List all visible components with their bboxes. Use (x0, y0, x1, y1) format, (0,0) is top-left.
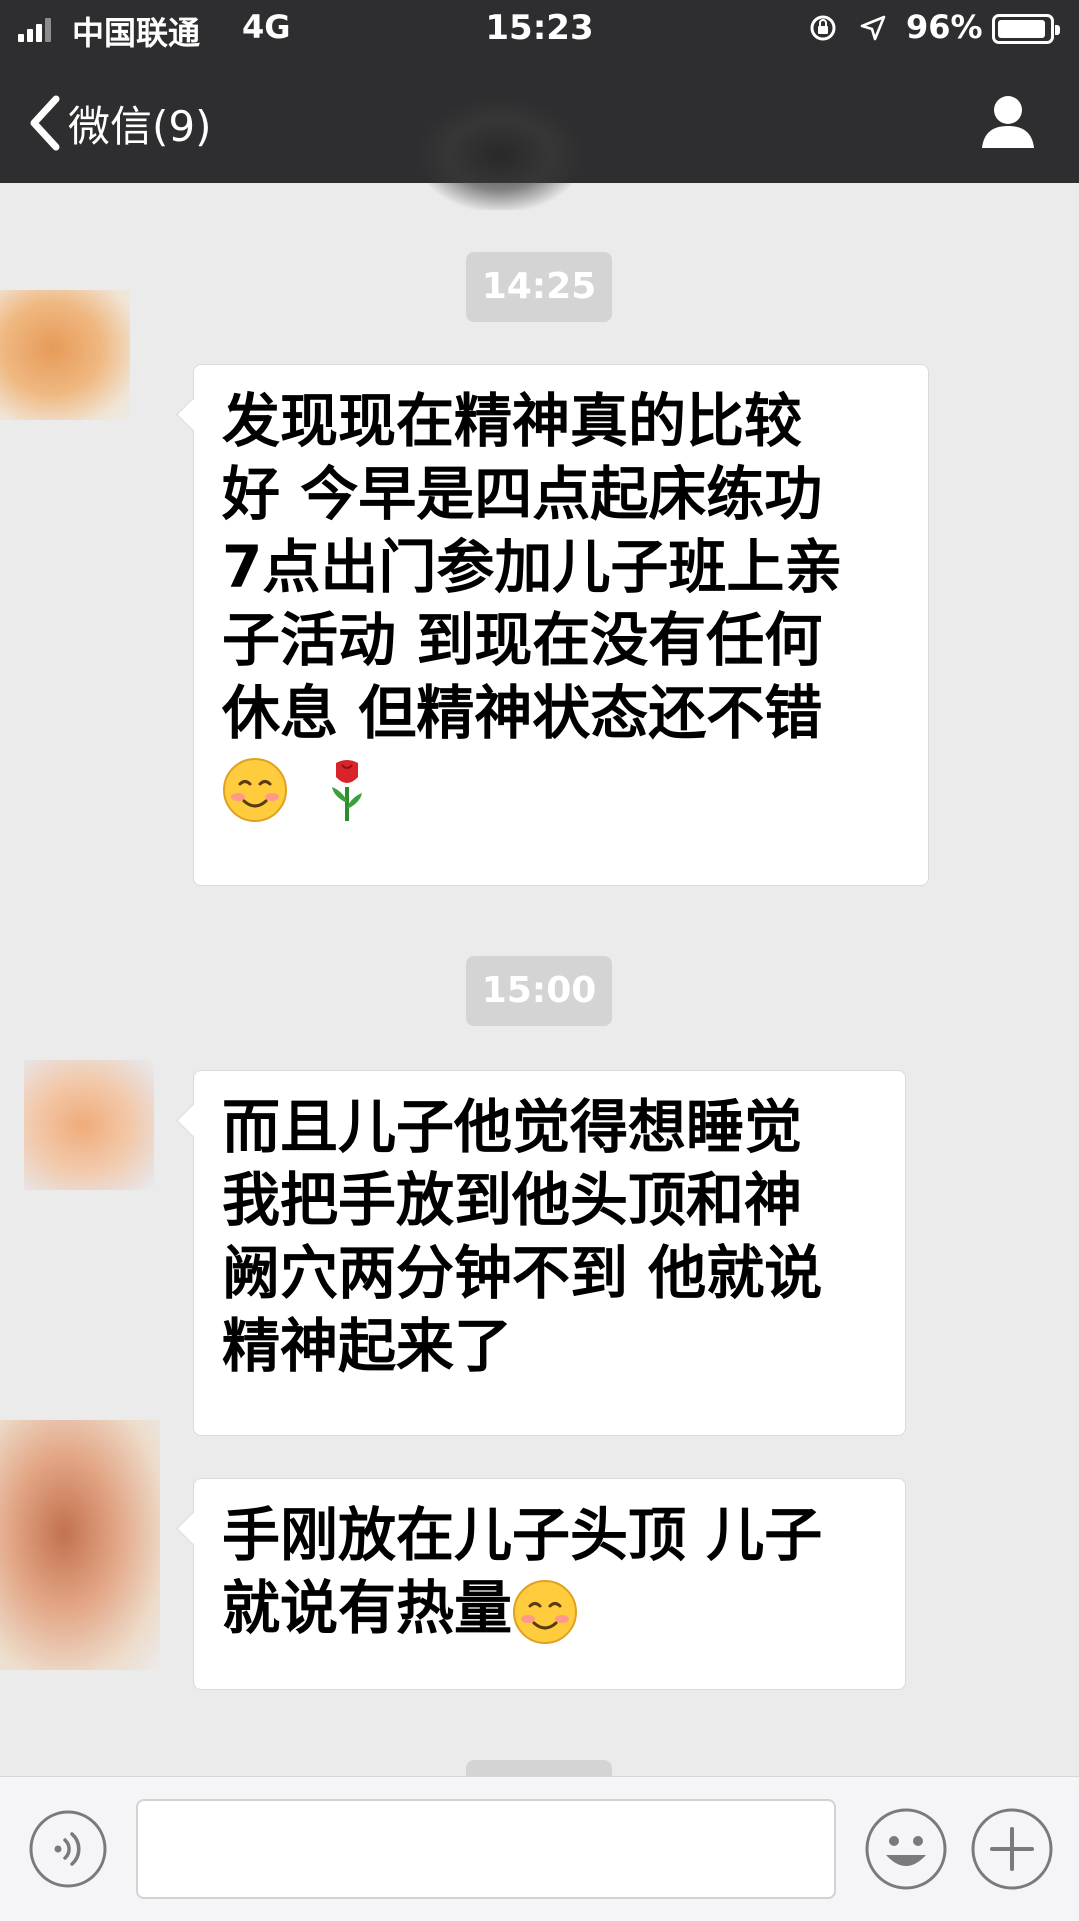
avatar[interactable] (24, 1060, 154, 1190)
input-bar (0, 1776, 1079, 1921)
plus-icon[interactable] (970, 1807, 1054, 1891)
rotation-lock-icon (810, 15, 836, 41)
message-line: 好 今早是四点起床练功 (222, 460, 823, 528)
smiling-face-emoji (513, 1579, 578, 1644)
battery-percent: 96% (906, 8, 983, 46)
chevron-left-icon (30, 95, 60, 151)
avatar[interactable] (0, 290, 130, 420)
back-label: 微信(9) (68, 101, 212, 151)
location-icon (860, 15, 886, 41)
emoji-icon[interactable] (864, 1807, 948, 1891)
battery-icon (992, 14, 1060, 44)
message-input[interactable] (136, 1799, 836, 1899)
message-line: 休息 但精神状态还不错 (222, 679, 823, 747)
rose-emoji (332, 760, 362, 821)
message-line: 而且儿子他觉得想睡觉 (222, 1093, 803, 1161)
message-line: 阙穴两分钟不到 他就说 (222, 1239, 823, 1307)
message-line: 手刚放在儿子头顶 儿子 (222, 1501, 823, 1569)
status-bar: 中国联通 4G 15:23 96% (0, 0, 1079, 58)
message-bubble[interactable]: 手刚放在儿子头顶 儿子 就说有热量 (193, 1478, 906, 1690)
message-line-with-emoji: 就说有热量 (222, 1572, 877, 1645)
message-bubble[interactable]: 而且儿子他觉得想睡觉 我把手放到他头顶和神 阙穴两分钟不到 他就说 精神起来了 (193, 1070, 906, 1436)
message-line: 就说有热量 (222, 1574, 513, 1642)
smiling-face-emoji (223, 758, 287, 822)
back-button[interactable]: 微信(9) (26, 88, 212, 158)
message-timestamp: 15:00 (466, 956, 612, 1026)
message-line: 精神起来了 (222, 1312, 513, 1380)
redaction-smudge (420, 100, 580, 210)
avatar[interactable] (0, 1420, 160, 1670)
voice-icon[interactable] (28, 1809, 108, 1889)
message-line: 我把手放到他头顶和神 (222, 1166, 803, 1234)
message-line: 7点出门参加儿子班上亲 (222, 533, 843, 601)
message-line: 发现现在精神真的比较 (222, 387, 803, 455)
message-timestamp: 14:25 (466, 252, 612, 322)
person-icon[interactable] (976, 90, 1040, 154)
message-line: 子活动 到现在没有任何 (222, 606, 823, 674)
message-bubble[interactable]: 发现现在精神真的比较 好 今早是四点起床练功 7点出门参加儿子班上亲 子活动 到… (193, 364, 929, 886)
